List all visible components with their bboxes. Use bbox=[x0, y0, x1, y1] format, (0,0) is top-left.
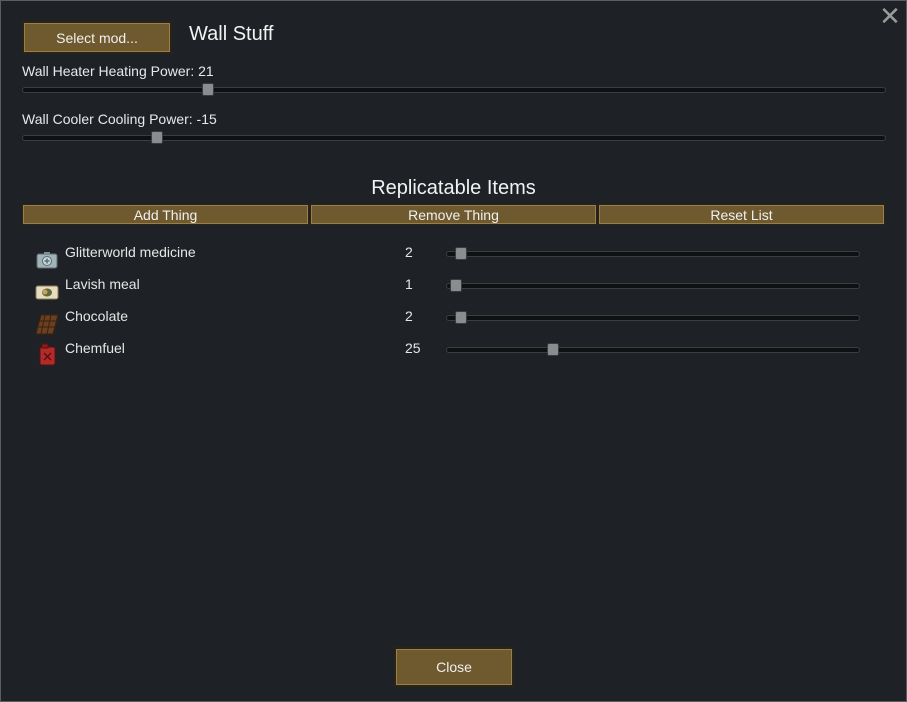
heater-power-slider[interactable] bbox=[22, 83, 886, 96]
close-button[interactable]: Close bbox=[394, 647, 514, 687]
reset-list-button[interactable]: Reset List bbox=[598, 204, 885, 225]
add-thing-button[interactable]: Add Thing bbox=[22, 204, 309, 225]
heater-power-slider-handle[interactable] bbox=[202, 83, 215, 96]
list-item: Glitterworld medicine 2 bbox=[1, 243, 906, 273]
item-count: 1 bbox=[405, 276, 413, 292]
chocolate-icon bbox=[35, 314, 59, 335]
close-icon[interactable]: ✕ bbox=[878, 3, 902, 29]
remove-thing-button[interactable]: Remove Thing bbox=[310, 204, 597, 225]
item-count-slider[interactable] bbox=[446, 343, 860, 356]
select-mod-button[interactable]: Select mod... bbox=[22, 21, 172, 54]
item-name: Chemfuel bbox=[65, 340, 125, 356]
meal-icon bbox=[35, 285, 59, 300]
item-count-slider-handle[interactable] bbox=[454, 247, 467, 260]
cooler-power-slider[interactable] bbox=[22, 131, 886, 144]
heater-power-label: Wall Heater Heating Power: 21 bbox=[22, 63, 214, 79]
list-item: Chemfuel 25 bbox=[1, 339, 906, 369]
mod-title: Wall Stuff bbox=[189, 23, 274, 45]
item-name: Glitterworld medicine bbox=[65, 244, 196, 260]
replicatable-items-title: Replicatable Items bbox=[371, 177, 536, 199]
item-count-slider-handle[interactable] bbox=[450, 279, 463, 292]
medicine-kit-icon bbox=[36, 252, 58, 269]
mod-settings-window: Select mod... Wall Stuff ✕ Wall Heater H… bbox=[0, 0, 907, 702]
item-count: 25 bbox=[405, 340, 421, 356]
item-name: Chocolate bbox=[65, 308, 129, 324]
item-name: Lavish meal bbox=[65, 276, 140, 292]
cooler-power-label: Wall Cooler Cooling Power: -15 bbox=[22, 111, 217, 127]
item-count: 2 bbox=[405, 308, 413, 324]
item-count-slider-handle[interactable] bbox=[454, 311, 467, 324]
item-count-slider[interactable] bbox=[446, 247, 860, 260]
list-item: Chocolate 2 bbox=[1, 307, 906, 337]
item-count-slider[interactable] bbox=[446, 311, 860, 324]
cooler-power-slider-handle[interactable] bbox=[150, 131, 163, 144]
item-count: 2 bbox=[405, 244, 413, 260]
item-count-slider-handle[interactable] bbox=[547, 343, 560, 356]
list-item: Lavish meal 1 bbox=[1, 275, 906, 305]
fuel-can-icon bbox=[39, 343, 56, 366]
item-count-slider[interactable] bbox=[446, 279, 860, 292]
